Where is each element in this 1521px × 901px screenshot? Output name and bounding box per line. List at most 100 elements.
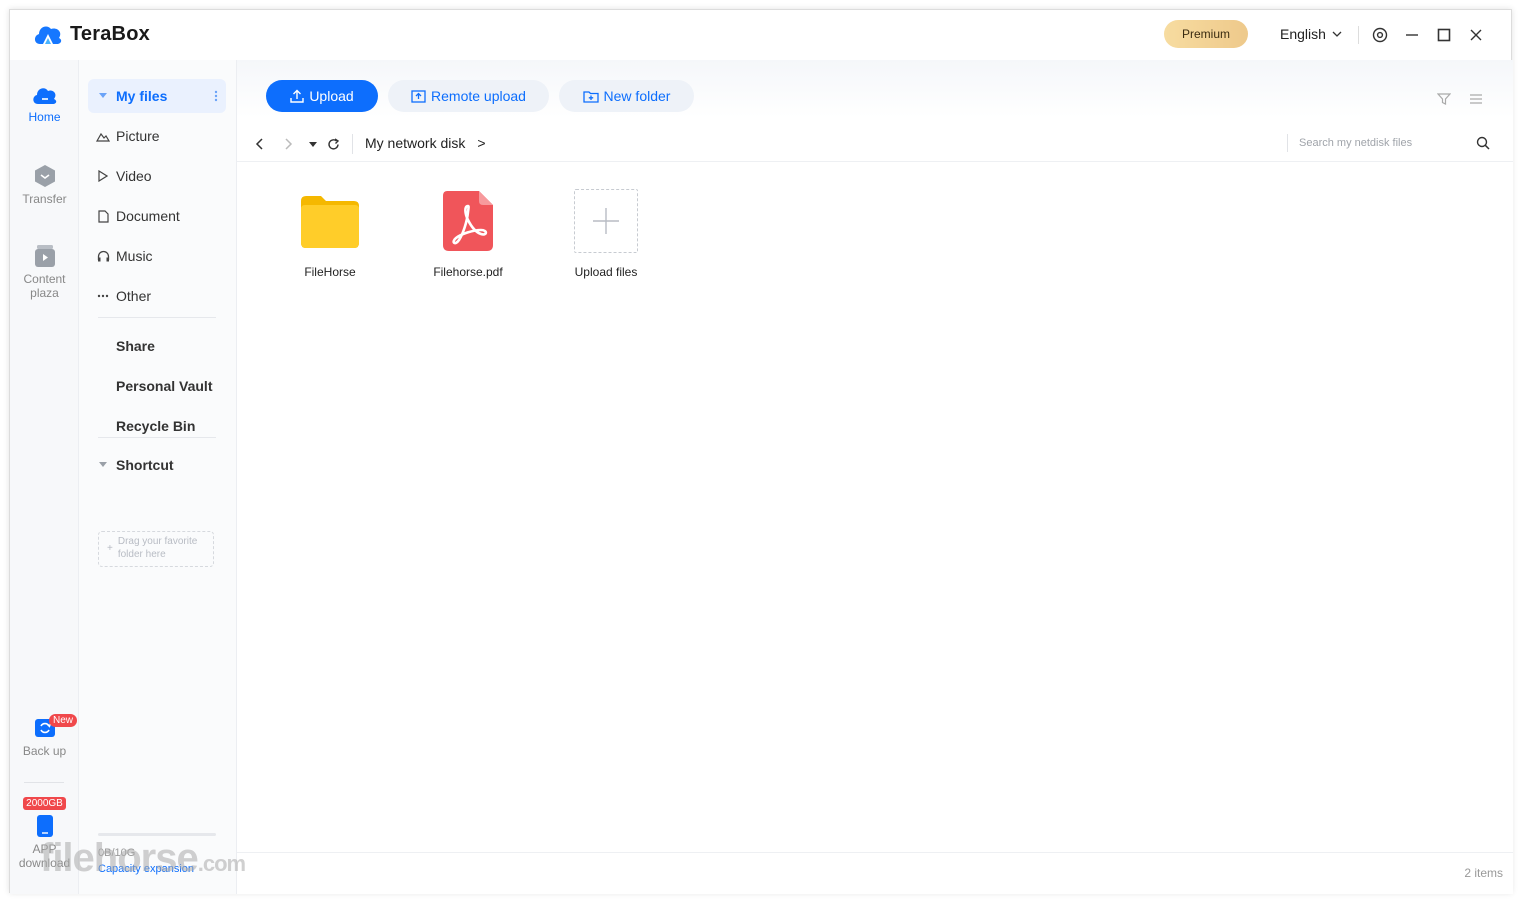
app-title: TeraBox [70,22,150,45]
sidebar-other-label: Other [116,288,152,304]
minimize-button[interactable] [1400,23,1424,47]
sidebar-shortcut-label: Shortcut [116,457,174,473]
breadcrumb-separator: > [477,135,486,151]
plus-icon: + [107,543,113,554]
file-name: FileHorse [304,265,356,279]
more-vertical-icon[interactable] [214,90,218,102]
app-window: TeraBox Premium English Home Transfer Co… [9,9,1513,894]
phone-icon [36,815,53,837]
maximize-button[interactable] [1432,23,1456,47]
status-bar: 2 items [237,852,1513,894]
sidebar-item-other[interactable]: Other [88,279,226,313]
rail-transfer[interactable]: Transfer [10,164,79,206]
rail-transfer-label: Transfer [22,192,67,206]
premium-button[interactable]: Premium [1164,20,1248,48]
left-rail: Home Transfer Content plaza New Back up … [10,60,79,894]
remote-upload-icon [411,89,426,103]
upload-button[interactable]: Upload [266,80,378,112]
settings-button[interactable] [1368,23,1392,47]
drop-hint-line-2: folder here [117,549,166,560]
breadcrumb: My network disk > [365,135,486,151]
cloud-home-icon [32,88,56,104]
content-plaza-icon [34,245,55,267]
sidebar-item-music[interactable]: Music [88,239,226,273]
title-bar: TeraBox Premium English [10,10,1511,60]
language-selector[interactable]: English [1280,26,1342,42]
new-folder-button[interactable]: New folder [559,80,694,112]
item-count: 2 items [1464,866,1503,880]
rail-app-label-1: APP [32,842,57,856]
rail-app-download[interactable]: 2000GB APP download [10,795,79,870]
sidebar-item-personal-vault[interactable]: Personal Vault [88,369,226,403]
sidebar-item-shortcut[interactable]: Shortcut [88,448,226,482]
drop-hint-line-1: Drag your favorite [117,536,198,547]
caret-down-icon [99,93,107,98]
rail-backup-label: Back up [22,744,67,758]
search-divider [1287,134,1288,152]
upload-icon [290,89,305,103]
document-icon [97,209,109,223]
list-view-button[interactable] [1469,92,1483,111]
upload-files-label: Upload files [574,265,638,279]
new-folder-label: New folder [603,88,671,104]
storage-progress-bar [98,833,216,836]
filter-button[interactable] [1436,92,1452,111]
list-view-icon [1470,94,1482,104]
navigation-bar: My network disk > [237,126,1513,162]
rail-app-label-2: download [18,856,71,870]
sidebar-video-label: Video [116,168,152,184]
capacity-expansion-link[interactable]: Capacity expansion [98,863,194,875]
sidebar-item-share[interactable]: Share [88,329,226,363]
sidebar-item-video[interactable]: Video [88,159,226,193]
sidebar-item-picture[interactable]: Picture [88,119,226,153]
file-tile-folder[interactable]: FileHorse [275,186,385,279]
sidebar-share-label: Share [116,338,155,354]
rail-content-label-2: plaza [30,286,59,300]
upload-files-tile[interactable]: Upload files [551,186,661,279]
file-name: Filehorse.pdf [433,265,503,279]
sidebar-item-my-files[interactable]: My files [88,79,226,113]
forward-button[interactable] [279,134,299,154]
rail-content-label-1: Content [23,272,66,286]
nav-divider [352,134,353,154]
sidebar-music-label: Music [116,248,153,264]
video-play-icon [98,170,108,182]
chevron-right-icon [285,138,293,150]
minimize-icon [1406,34,1418,36]
back-button[interactable] [249,134,269,154]
sidebar-my-files-label: My files [116,88,168,104]
sidebar-divider [98,437,216,438]
caret-down-icon [99,462,107,467]
transfer-icon [34,165,55,187]
headphones-icon [97,250,109,262]
rail-home[interactable]: Home [10,84,79,124]
breadcrumb-root[interactable]: My network disk [365,135,465,151]
upload-drop-box[interactable] [574,189,638,253]
file-tile-pdf[interactable]: Filehorse.pdf [413,186,523,279]
sidebar-item-document[interactable]: Document [88,199,226,233]
rail-content-plaza[interactable]: Content plaza [10,244,79,300]
remote-upload-button[interactable]: Remote upload [388,80,549,112]
language-label: English [1280,26,1326,42]
sidebar: My files Picture Video Document Music Ot… [79,60,237,894]
history-dropdown[interactable] [303,134,323,154]
main-panel: Upload Remote upload New folder My netwo… [237,60,1513,894]
close-button[interactable] [1464,23,1488,47]
sidebar-recycle-label: Recycle Bin [116,418,196,434]
pdf-file-icon [443,191,493,251]
rail-backup[interactable]: New Back up [10,714,79,758]
terabox-logo-icon [34,26,62,44]
chevron-left-icon [255,138,263,150]
shortcut-drop-zone[interactable]: + Drag your favorite folder here [98,531,214,567]
sidebar-picture-label: Picture [116,128,160,144]
maximize-icon [1437,28,1451,42]
refresh-button[interactable] [323,134,343,154]
folder-icon [301,196,359,248]
upload-label: Upload [309,88,354,104]
picture-icon [96,132,110,142]
search-button[interactable] [1473,133,1493,153]
search-input[interactable] [1299,132,1459,154]
app-logo: TeraBox [32,22,150,46]
rail-home-label: Home [28,110,61,124]
more-horizontal-icon [97,294,109,298]
